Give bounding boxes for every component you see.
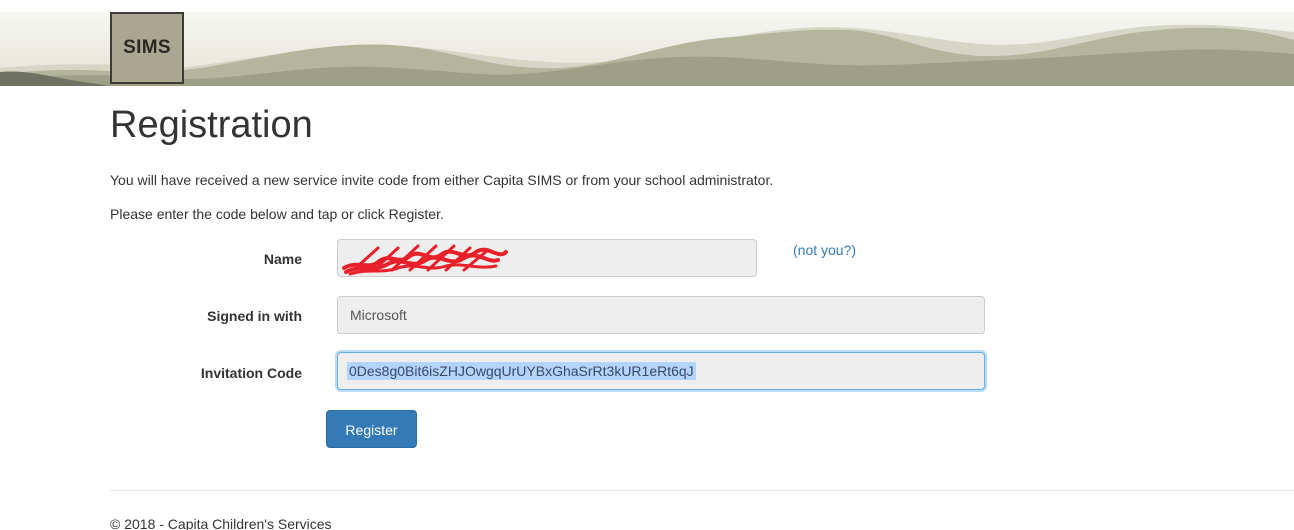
- footer-copyright: © 2018 - Capita Children's Services: [110, 516, 332, 530]
- invitation-code-input[interactable]: 0Des8g0Bit6isZHJOwgqUrUYBxGhaSrRt3kUR1eR…: [337, 352, 985, 390]
- register-button[interactable]: Register: [326, 410, 417, 448]
- mountain-landscape-image: [0, 24, 1294, 86]
- invitation-code-label: Invitation Code: [200, 365, 302, 381]
- intro-text-instructions: Please enter the code below and tap or c…: [110, 206, 444, 222]
- name-field[interactable]: [337, 239, 757, 277]
- signed-in-value: Microsoft: [350, 307, 407, 323]
- header-banner: SIMS: [0, 12, 1294, 86]
- footer-divider: [110, 490, 1294, 491]
- sims-logo-text: SIMS: [123, 37, 171, 58]
- signed-in-label: Signed in with: [207, 308, 302, 324]
- registration-page: SIMS Registration You will have received…: [0, 0, 1294, 530]
- intro-text-invite: You will have received a new service inv…: [110, 172, 774, 188]
- sims-logo: SIMS: [110, 12, 184, 84]
- red-scribble-redaction-icon: [342, 244, 508, 276]
- name-label: Name: [263, 251, 302, 267]
- signed-in-field[interactable]: Microsoft: [337, 296, 985, 334]
- not-you-link[interactable]: (not you?): [793, 240, 856, 260]
- page-title: Registration: [110, 104, 313, 146]
- invitation-code-value: 0Des8g0Bit6isZHJOwgqUrUYBxGhaSrRt3kUR1eR…: [347, 362, 696, 380]
